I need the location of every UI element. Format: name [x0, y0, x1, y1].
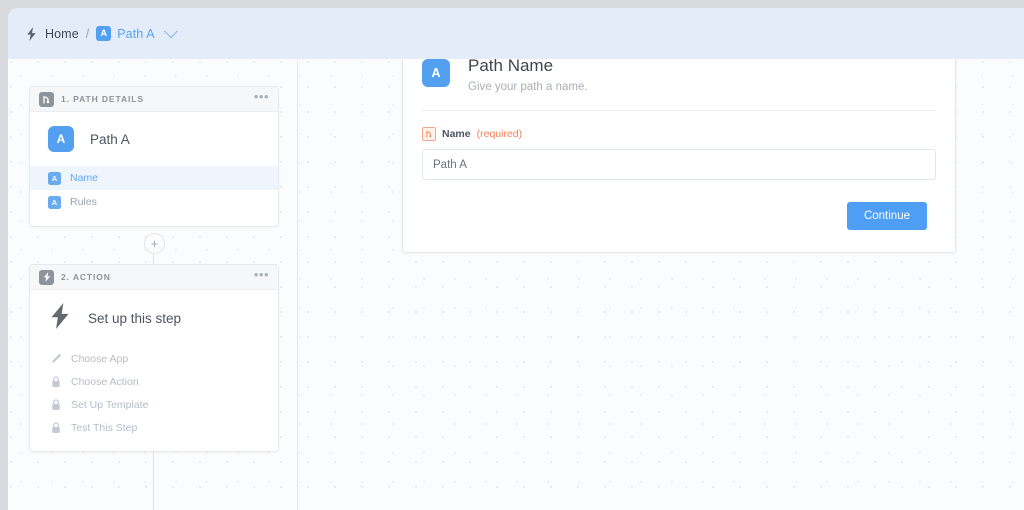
task-choose-app[interactable]: Choose App: [30, 347, 278, 370]
task-label: Set Up Template: [71, 398, 149, 411]
breadcrumb-separator: /: [85, 26, 90, 41]
task-label: Choose Action: [71, 375, 139, 388]
steps-sidebar: + 1. PATH DETAILS ••• A Path A A Name A …: [21, 59, 298, 510]
panel-footer: Continue: [403, 180, 955, 252]
task-choose-action[interactable]: Choose Action: [30, 370, 278, 393]
step-card-title: 2. ACTION: [61, 272, 111, 282]
step-card-header: 2. ACTION •••: [30, 265, 278, 290]
path-name-panel: A Path Name Give your path a name. Name: [402, 33, 956, 253]
name-field-label: Name (required): [422, 127, 936, 141]
step-card-body: A Path A A Name A Rules: [30, 112, 278, 226]
breadcrumb-path-badge: A: [96, 26, 112, 41]
top-breadcrumb-bar: Home / A Path A: [8, 8, 1024, 59]
path-badge-icon: A: [48, 195, 61, 209]
add-step-inline-button[interactable]: +: [144, 233, 165, 254]
task-test-this-step[interactable]: Test This Step: [30, 416, 278, 439]
step-card-menu-button[interactable]: •••: [254, 90, 269, 104]
path-icon: [422, 127, 436, 141]
pencil-icon: [50, 352, 62, 365]
sidebar-item-label: Name: [70, 172, 99, 184]
step-card-title: 1. PATH DETAILS: [61, 94, 144, 104]
step-card-body: Set up this step Choose App Choose Actio…: [30, 290, 278, 451]
sidebar-divider: [297, 59, 298, 510]
field-label-text: Name: [442, 128, 471, 140]
task-label: Test This Step: [71, 421, 138, 434]
lock-icon: [50, 375, 62, 388]
step-card-header: 1. PATH DETAILS •••: [30, 87, 278, 112]
avatar: A: [48, 126, 74, 152]
breadcrumb-path-label[interactable]: Path A: [117, 27, 154, 41]
action-setup-label: Set up this step: [88, 311, 182, 326]
continue-button[interactable]: Continue: [846, 202, 927, 230]
connector-line-to-add: [153, 445, 154, 510]
lock-icon: [50, 421, 62, 434]
path-name-label: Path A: [90, 131, 130, 147]
task-set-up-template[interactable]: Set Up Template: [30, 393, 278, 416]
app-root: Home / A Path A + 1. PATH DETAILS ••• A …: [0, 0, 1024, 510]
path-summary-row[interactable]: A Path A: [30, 112, 278, 166]
field-required-text: (required): [476, 128, 523, 140]
breadcrumb: Home / A Path A: [26, 23, 178, 41]
sidebar-item-rules[interactable]: A Rules: [30, 190, 278, 214]
bolt-icon: [26, 26, 37, 41]
step-card-action[interactable]: 2. ACTION ••• Set up this step Choose Ap…: [29, 264, 279, 452]
avatar: A: [422, 59, 450, 87]
page-shell: Home / A Path A + 1. PATH DETAILS ••• A …: [8, 8, 1024, 510]
bolt-icon: [39, 269, 54, 285]
chevron-down-icon[interactable]: [163, 23, 178, 38]
name-input[interactable]: [422, 149, 936, 180]
path-badge-icon: A: [48, 171, 61, 185]
task-label: Choose App: [71, 352, 129, 365]
page-title: Path Name: [468, 56, 554, 75]
name-field-block: Name (required): [403, 111, 955, 180]
step-card-path-details[interactable]: 1. PATH DETAILS ••• A Path A A Name A Ru…: [29, 86, 279, 227]
action-summary-row[interactable]: Set up this step: [30, 290, 278, 347]
sidebar-item-name[interactable]: A Name: [30, 166, 278, 190]
bolt-icon: [50, 303, 70, 334]
panel-subtitle: Give your path a name.: [468, 81, 588, 93]
path-icon: [39, 91, 54, 107]
sidebar-item-label: Rules: [70, 196, 97, 208]
step-card-menu-button[interactable]: •••: [254, 268, 269, 282]
breadcrumb-home[interactable]: Home: [45, 27, 79, 41]
lock-icon: [50, 398, 62, 411]
panel-heading-group: Path Name Give your path a name.: [468, 56, 588, 93]
